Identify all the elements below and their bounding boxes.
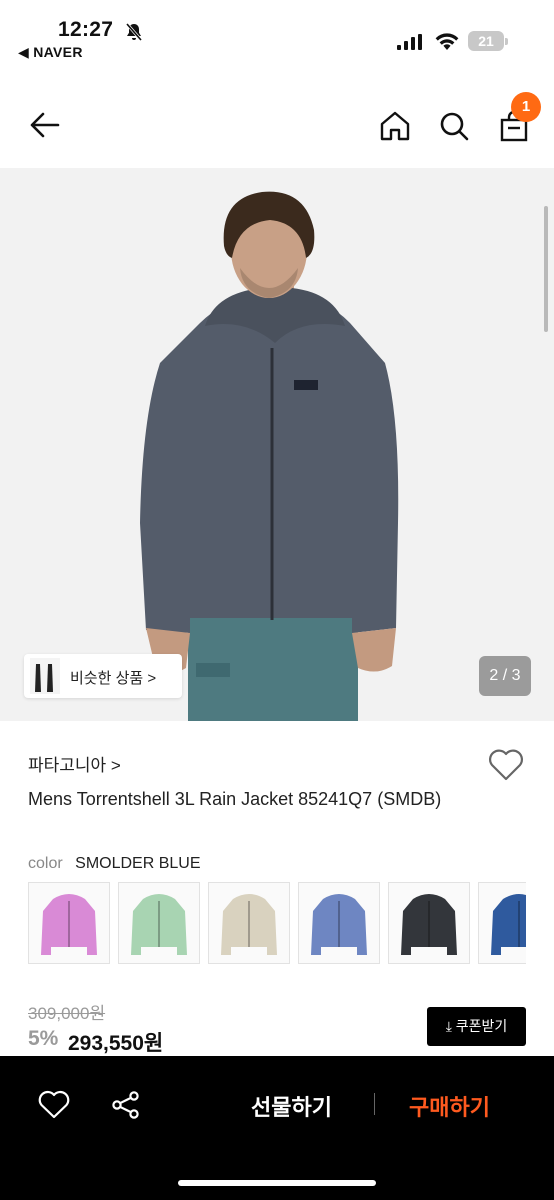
bottom-action-bar [0, 1056, 554, 1200]
divider [374, 1093, 375, 1115]
back-to-app-link[interactable]: ◀ NAVER [18, 44, 83, 61]
jacket-thumbnail [311, 894, 367, 955]
color-swatch[interactable] [208, 882, 290, 964]
gift-button[interactable]: 선물하기 [251, 1090, 332, 1122]
status-bar: 12:27 ◀ NAVER 21 [0, 0, 554, 66]
scroll-indicator[interactable] [544, 206, 548, 332]
color-swatch[interactable] [478, 882, 526, 964]
battery-level: 21 [478, 33, 494, 49]
battery-icon: 21 [468, 30, 510, 52]
status-time: 12:27 [58, 18, 114, 41]
color-value: SMOLDER BLUE [75, 855, 201, 872]
product-title: Mens Torrentshell 3L Rain Jacket 85241Q7… [28, 789, 442, 809]
heart-icon[interactable] [488, 748, 524, 782]
brand-link[interactable]: 파타고니아 > [28, 751, 121, 776]
buy-button[interactable]: 구매하기 [409, 1090, 490, 1122]
coupon-button[interactable]: ⤓ 쿠폰받기 [427, 1007, 526, 1046]
discount-rate: 5% [28, 1027, 59, 1050]
home-icon[interactable] [378, 109, 412, 143]
color-swatch-list [28, 882, 526, 964]
original-price: 309,000원 [28, 1004, 106, 1023]
cart-count-badge: 1 [511, 92, 541, 122]
product-image[interactable] [0, 168, 554, 721]
share-icon[interactable] [110, 1090, 142, 1120]
similar-product-thumbnail [30, 658, 60, 694]
sale-price: 293,550원 [68, 1032, 164, 1055]
color-option: color SMOLDER BLUE [28, 855, 201, 873]
back-arrow-icon[interactable] [28, 108, 62, 142]
signal-icon [397, 34, 422, 50]
similar-products-label: 비슷한 상품 > [70, 670, 157, 687]
jacket-thumbnail [41, 894, 97, 955]
color-swatch[interactable] [118, 882, 200, 964]
home-indicator[interactable] [178, 1180, 376, 1186]
wifi-icon [435, 33, 459, 50]
similar-products-button[interactable]: 비슷한 상품 > [24, 654, 182, 698]
bell-slash-icon [125, 23, 143, 41]
jacket-thumbnail [131, 894, 187, 955]
jacket-thumbnail [221, 894, 277, 955]
color-label: color [28, 855, 63, 872]
heart-icon[interactable] [38, 1090, 70, 1120]
color-swatch[interactable] [298, 882, 380, 964]
search-icon[interactable] [437, 109, 471, 143]
color-swatch[interactable] [388, 882, 470, 964]
jacket-thumbnail [401, 894, 457, 955]
jacket-model-photo [140, 191, 399, 721]
image-counter: 2 / 3 [479, 656, 531, 696]
jacket-thumbnail [491, 894, 526, 955]
color-swatch[interactable] [28, 882, 110, 964]
